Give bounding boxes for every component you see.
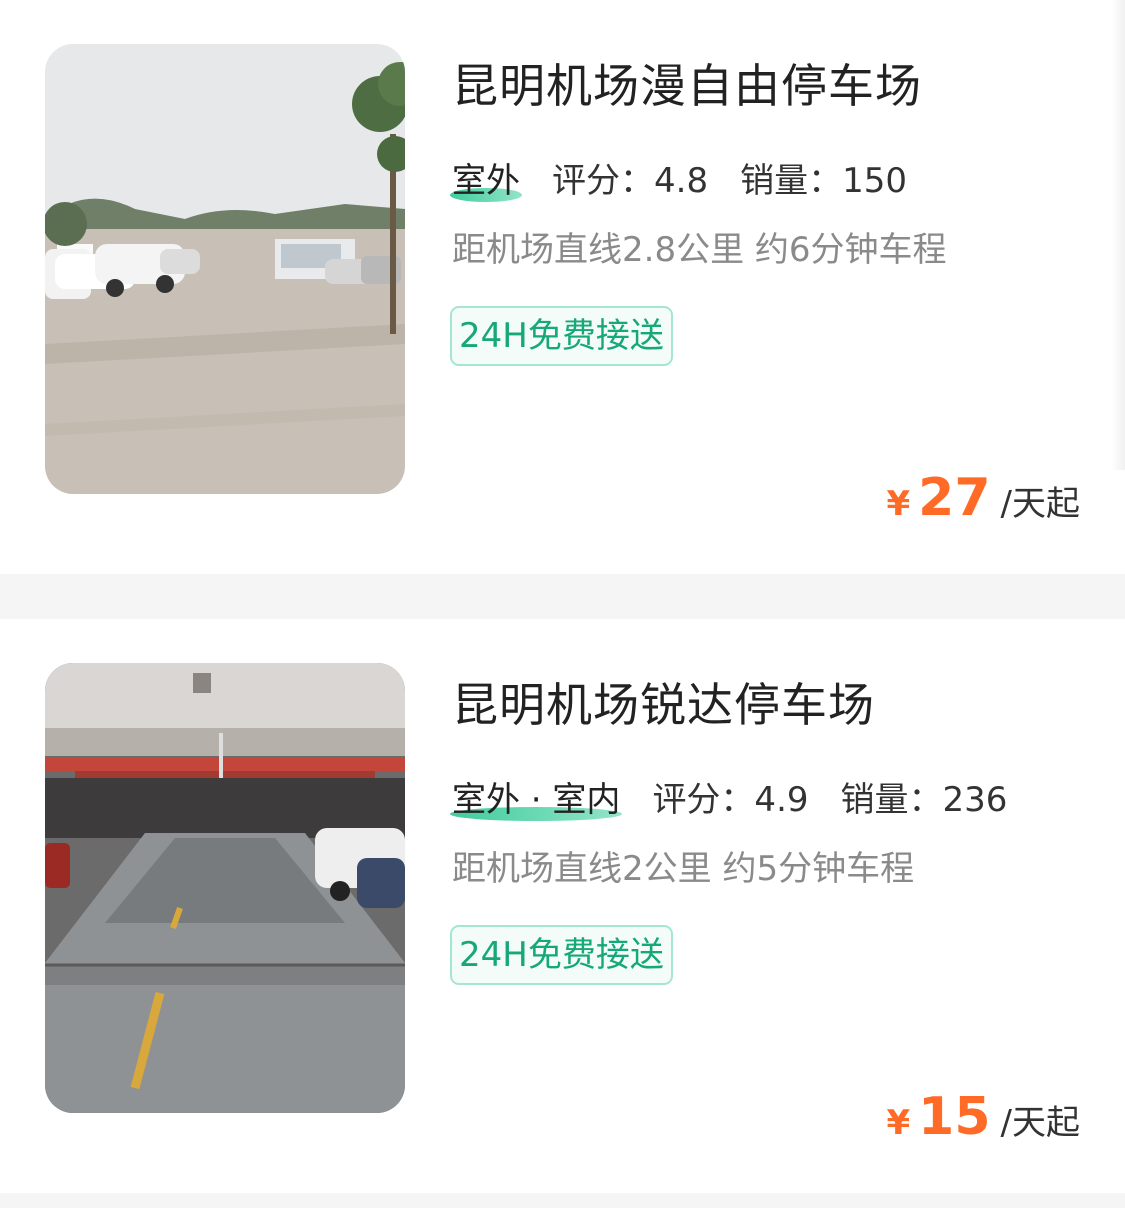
price-unit: /天起 [1000, 484, 1080, 524]
currency-symbol: ¥ [886, 1103, 911, 1143]
parking-listing-card[interactable]: 昆明机场漫自由停车场 室外 评分：4.8 销量：150 距机场直线2.8公里 约… [0, 0, 1125, 574]
currency-symbol: ¥ [886, 484, 911, 524]
indoor-garage-photo [45, 663, 405, 1113]
price-block: ¥ 27 /天起 [886, 468, 1080, 528]
environment-label: 室外 [450, 153, 522, 202]
listing-title[interactable]: 昆明机场锐达停车场 [452, 669, 875, 735]
rating-label: 评分：4.8 [552, 160, 709, 201]
sales-label: 销量：236 [840, 779, 1008, 820]
free-shuttle-tag: 24H免费接送 [450, 925, 673, 985]
distance-text: 距机场直线2公里 约5分钟车程 [452, 849, 915, 889]
price-value: 15 [918, 1087, 991, 1147]
price-value: 27 [918, 468, 991, 528]
free-shuttle-tag: 24H免费接送 [450, 306, 673, 366]
scroll-edge [1111, 0, 1125, 470]
distance-text: 距机场直线2.8公里 约6分钟车程 [452, 230, 947, 270]
listing-title[interactable]: 昆明机场漫自由停车场 [452, 50, 922, 116]
sales-label: 销量：150 [740, 160, 907, 201]
environment-label: 室外 · 室内 [449, 772, 623, 821]
rating-label: 评分：4.9 [652, 779, 809, 820]
price-unit: /天起 [1000, 1103, 1080, 1143]
outdoor-lot-photo [45, 44, 405, 494]
listing-meta: 室外 评分：4.8 销量：150 [450, 152, 907, 202]
listing-meta: 室外 · 室内 评分：4.9 销量：236 [449, 771, 1008, 821]
parking-listing-card[interactable]: 昆明机场锐达停车场 室外 · 室内 评分：4.9 销量：236 距机场直线2公里… [0, 619, 1125, 1193]
price-block: ¥ 15 /天起 [886, 1087, 1080, 1147]
